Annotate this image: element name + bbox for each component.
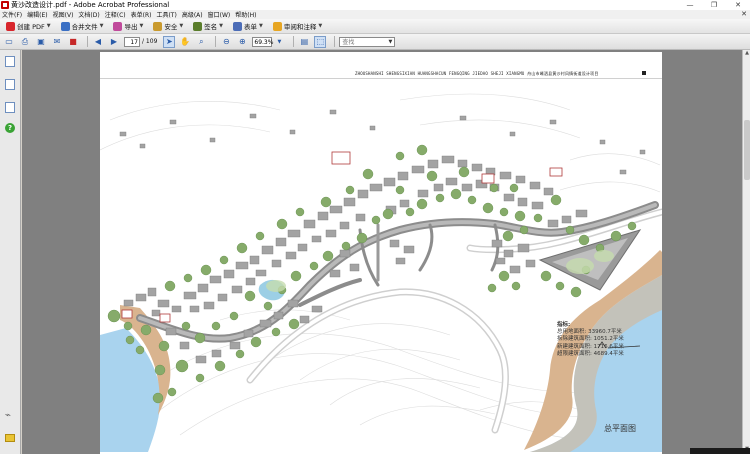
save-icon[interactable]: ▣: [35, 36, 47, 48]
chevron-down-icon: ▼: [46, 23, 51, 29]
open-folder-icon[interactable]: ▭: [3, 36, 15, 48]
acrobat-app-icon: [1, 1, 9, 9]
export-icon: [113, 21, 123, 31]
page-header-text: ZHOUSHANSHI SHENGSIXIAN HUANGSHACUN FENG…: [355, 71, 599, 76]
print-icon[interactable]: ⎙: [19, 36, 31, 48]
chevron-down-icon: ▼: [219, 23, 224, 29]
sign-button[interactable]: 签名 ▼: [190, 20, 226, 33]
task-toolbar: 创建 PDF ▼ 合并文件 ▼ 导出 ▼ 安全 ▼ 签名 ▼ 表单 ▼ 审阅和注…: [0, 19, 750, 34]
zoom-in-icon[interactable]: ⊕: [236, 36, 248, 48]
menu-tools[interactable]: 工具(T): [156, 10, 176, 19]
bookmarks-panel-icon[interactable]: [5, 79, 15, 90]
legend-row-new-building: 新建建筑面积: 1716.6平米: [557, 343, 624, 350]
email-icon[interactable]: ✉: [51, 36, 63, 48]
menu-document[interactable]: 文档(D): [78, 10, 99, 19]
create-pdf-button[interactable]: 创建 PDF ▼: [3, 20, 54, 33]
export-label: 导出: [124, 23, 138, 31]
zoom-dropdown-icon[interactable]: ▼: [273, 36, 285, 48]
window-title-bar: 黄沙改造设计.pdf - Adobe Acrobat Professional …: [0, 0, 750, 10]
pages-panel-icon[interactable]: [5, 56, 15, 67]
fit-page-icon[interactable]: ▤: [298, 36, 310, 48]
forms-label: 表单: [244, 23, 258, 31]
zoom-tool-icon[interactable]: ⌕: [195, 36, 207, 48]
review-comment-label: 审阅和注释: [283, 23, 317, 31]
search-input[interactable]: 查找 ▼: [339, 36, 396, 47]
toolbar-divider: [293, 36, 295, 47]
document-close-icon[interactable]: ✕: [741, 10, 747, 18]
help-icon[interactable]: ?: [5, 123, 15, 133]
zoom-level-input[interactable]: 69.3%: [252, 36, 273, 47]
window-title: 黄沙改造设计.pdf - Adobe Acrobat Professional: [11, 1, 170, 9]
header-marker: [642, 71, 646, 75]
comments-panel-icon[interactable]: [5, 434, 15, 442]
secure-button[interactable]: 安全 ▼: [150, 20, 186, 33]
signatures-panel-icon[interactable]: [5, 102, 15, 113]
document-workspace[interactable]: ZHOUSHANSHI SHENGSIXIAN HUANGSHACUN FENG…: [22, 50, 742, 454]
menu-edit[interactable]: 编辑(E): [27, 10, 47, 19]
menu-window[interactable]: 窗口(W): [208, 10, 231, 19]
page-number-input[interactable]: 17: [124, 36, 140, 47]
sign-label: 签名: [204, 23, 218, 31]
create-pdf-icon: [6, 21, 15, 31]
menu-file[interactable]: 文件(F): [2, 10, 22, 19]
comment-icon: [272, 21, 282, 31]
merge-files-label: 合并文件: [71, 23, 98, 31]
forms-button[interactable]: 表单 ▼: [230, 20, 266, 33]
master-site-plan: [100, 93, 662, 452]
plan-title: 总平面图: [604, 424, 636, 433]
menu-view[interactable]: 视图(V): [53, 10, 74, 19]
toolbar-divider: [334, 36, 336, 47]
hand-tool-icon[interactable]: ✋: [179, 36, 191, 48]
lock-icon: [153, 21, 163, 31]
scroll-up-icon[interactable]: ▲: [743, 50, 750, 58]
legend-row-over-limit: 超限建筑面积: 4689.4平米: [557, 350, 624, 357]
menu-help[interactable]: 帮助(H): [235, 10, 256, 19]
fit-width-icon[interactable]: ⬚: [314, 35, 327, 48]
stop-icon[interactable]: ■: [67, 36, 79, 48]
merge-files-icon: [60, 21, 70, 31]
menu-advanced[interactable]: 高级(A): [182, 10, 203, 19]
toolbar-divider: [87, 36, 88, 47]
scrollbar-thumb[interactable]: [744, 120, 750, 180]
vertical-scrollbar[interactable]: ▲ ▼: [742, 50, 750, 454]
chevron-down-icon: ▼: [318, 23, 323, 29]
chevron-down-icon: ▼: [259, 23, 263, 29]
menu-comments[interactable]: 注释(C): [105, 10, 126, 19]
navigation-panel: ? ⌁: [0, 50, 21, 454]
pen-icon: [193, 21, 203, 31]
window-controls: — ❐ ✕: [678, 0, 750, 10]
toolbar-divider: [215, 36, 217, 47]
zoom-out-icon[interactable]: ⊖: [220, 36, 232, 48]
chevron-down-icon: ▼: [388, 38, 393, 45]
menu-forms[interactable]: 表单(R): [131, 10, 152, 19]
navigation-toolbar: ▭ ⎙ ▣ ✉ ■ ◀ ▶ 17 / 109 ➤ ✋ ⌕ ⊖ ⊕ 69.3% ▼…: [0, 34, 750, 50]
next-page-icon[interactable]: ▶: [108, 36, 120, 48]
page-total-label: / 109: [142, 38, 158, 45]
header-divider: [100, 78, 662, 79]
chevron-down-icon: ▼: [179, 23, 184, 29]
chevron-down-icon: ▼: [139, 23, 144, 29]
create-pdf-label: 创建 PDF: [17, 23, 45, 31]
maximize-button[interactable]: ❐: [702, 0, 726, 10]
menu-bar: 文件(F) 编辑(E) 视图(V) 文档(D) 注释(C) 表单(R) 工具(T…: [0, 10, 750, 19]
close-button[interactable]: ✕: [726, 0, 750, 10]
chevron-down-icon: ▼: [99, 23, 104, 29]
form-icon: [233, 21, 243, 31]
minimize-button[interactable]: —: [678, 0, 702, 10]
site-indicators-legend: 指标: 总用地面积: 33960.7平米 拆除建筑面积: 1051.2平米 新建…: [557, 322, 624, 358]
attachment-paperclip-icon[interactable]: ⌁: [5, 410, 15, 421]
secure-label: 安全: [164, 23, 178, 31]
previous-page-icon[interactable]: ◀: [92, 36, 104, 48]
search-placeholder: 查找: [342, 38, 355, 46]
legend-row-demolished: 拆除建筑面积: 1051.2平米: [557, 336, 624, 343]
merge-files-button[interactable]: 合并文件 ▼: [58, 20, 107, 33]
taskbar-strip: [690, 448, 750, 454]
pdf-page: ZHOUSHANSHI SHENGSIXIAN HUANGSHACUN FENG…: [100, 52, 662, 454]
export-button[interactable]: 导出 ▼: [110, 20, 146, 33]
select-tool-icon[interactable]: ➤: [163, 35, 176, 48]
review-comment-button[interactable]: 审阅和注释 ▼: [270, 20, 325, 33]
